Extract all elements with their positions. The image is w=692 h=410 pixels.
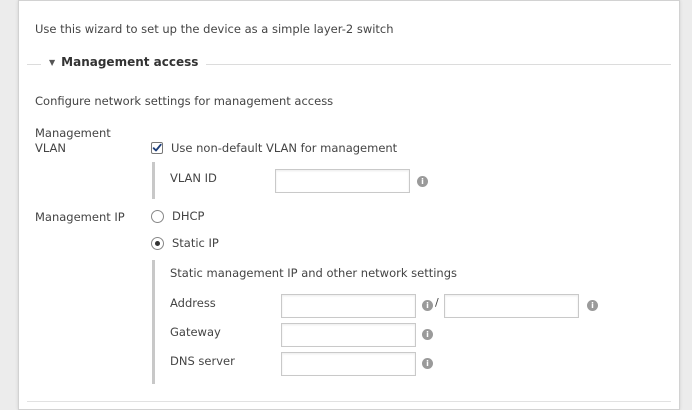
info-icon[interactable]: i	[422, 300, 433, 311]
prefix-separator: /	[435, 296, 439, 309]
prefix-input[interactable]	[444, 294, 579, 318]
gateway-input[interactable]	[281, 323, 416, 347]
dns-server-label: DNS server	[170, 354, 235, 368]
address-label: Address	[170, 296, 216, 310]
info-icon[interactable]: i	[422, 329, 433, 340]
caret-down-icon: ▼	[49, 57, 56, 67]
vlan-id-label: VLAN ID	[170, 171, 217, 185]
address-input[interactable]	[281, 294, 416, 318]
checkmark-icon	[152, 143, 162, 152]
vlan-checkbox[interactable]	[151, 142, 163, 154]
section-toggle[interactable]: ▼ Management access	[41, 55, 207, 69]
info-icon[interactable]: i	[422, 358, 433, 369]
dhcp-radio[interactable]	[151, 209, 164, 223]
management-ip-label: Management IP	[35, 210, 125, 224]
section-title: Management access	[61, 55, 199, 69]
static-ip-label: Static IP	[172, 236, 219, 250]
info-icon[interactable]: i	[587, 300, 598, 311]
management-vlan-label-line1: Management	[35, 126, 111, 140]
static-ip-option[interactable]: Static IP	[151, 236, 219, 250]
info-icon[interactable]: i	[417, 176, 428, 187]
dhcp-label: DHCP	[172, 209, 205, 223]
vlan-id-input[interactable]	[275, 169, 410, 193]
gateway-label: Gateway	[170, 325, 221, 339]
intro-text: Use this wizard to set up the device as …	[35, 22, 394, 36]
dhcp-option[interactable]: DHCP	[151, 209, 204, 223]
section-description: Configure network settings for managemen…	[35, 94, 334, 108]
vlan-checkbox-row[interactable]: Use non-default VLAN for management	[151, 141, 397, 155]
section-bottom-divider	[27, 401, 671, 402]
vlan-group-bar	[152, 162, 155, 199]
management-vlan-label-line2: VLAN	[35, 141, 67, 155]
static-settings-heading: Static management IP and other network s…	[170, 266, 458, 280]
wizard-panel: Use this wizard to set up the device as …	[18, 0, 680, 410]
vlan-checkbox-label: Use non-default VLAN for management	[171, 141, 398, 155]
static-ip-radio[interactable]	[151, 236, 164, 250]
management-vlan-label: Management VLAN	[35, 126, 111, 156]
dns-server-input[interactable]	[281, 352, 416, 376]
static-ip-group-bar	[152, 260, 155, 384]
